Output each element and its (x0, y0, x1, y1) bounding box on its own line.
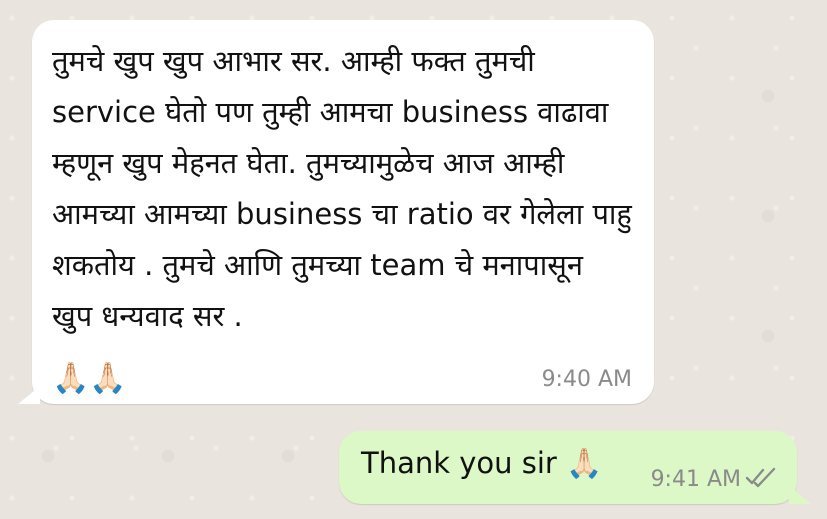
outgoing-message[interactable]: Thank you sir 🙏🏻 9:41 AM (339, 431, 811, 504)
double-check-icon (745, 467, 776, 488)
incoming-message-text: तुमचे खुप खुप आभार सर. आम्ही फक्त तुमची … (52, 44, 642, 333)
incoming-message[interactable]: तुमचे खुप खुप आभार सर. आम्ही फक्त तुमची … (18, 20, 654, 404)
incoming-message-time: 9:40 AM (541, 367, 632, 392)
praying-hands-emoji: 🙏🏻🙏🏻 (52, 361, 127, 396)
outgoing-message-text: Thank you sir 🙏🏻 (361, 446, 603, 480)
outgoing-message-time: 9:41 AM (650, 467, 741, 492)
